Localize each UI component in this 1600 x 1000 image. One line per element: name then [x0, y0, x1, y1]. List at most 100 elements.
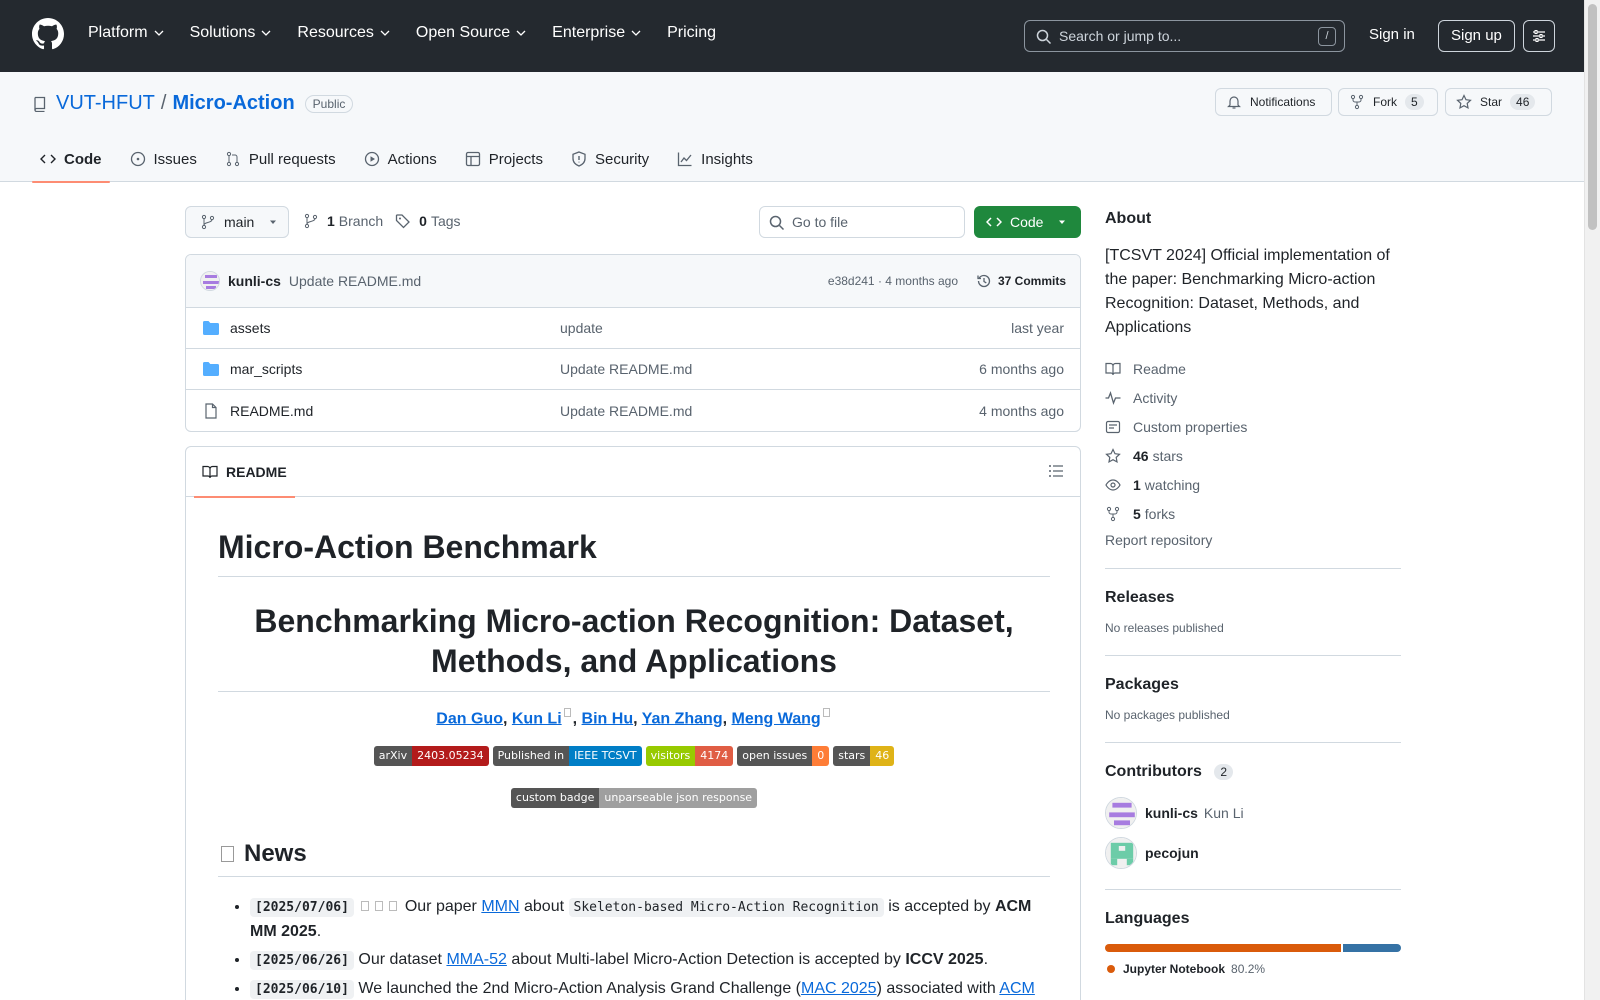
sign-in-link[interactable]: Sign in — [1369, 26, 1415, 43]
file-commit-time: last year — [1011, 320, 1064, 336]
fork-button[interactable]: Fork 5 — [1338, 88, 1438, 116]
commit-author-link[interactable]: kunli-cs — [228, 273, 281, 289]
latest-commit-bar: kunli-cs Update README.md e38d241 · 4 mo… — [186, 255, 1080, 308]
readme-link[interactable]: Readme — [1105, 354, 1401, 383]
chevron-down-icon — [261, 30, 271, 36]
author-link[interactable]: Kun Li — [512, 710, 562, 727]
commit-message-link[interactable]: Update README.md — [289, 273, 421, 289]
tab-insights[interactable]: Insights — [669, 136, 761, 182]
open-issues-badge[interactable]: open issues 0 — [737, 746, 830, 767]
tab-projects[interactable]: Projects — [457, 136, 551, 182]
readme-tab[interactable]: README — [194, 447, 295, 498]
nav-enterprise[interactable]: Enterprise — [552, 24, 641, 42]
global-header: Platform Solutions Resources Open Source… — [0, 0, 1584, 72]
nav-solutions[interactable]: Solutions — [190, 24, 272, 42]
code-dropdown-button[interactable]: Code — [974, 206, 1081, 238]
stars-link[interactable]: 46 stars — [1105, 441, 1401, 470]
global-menu-button[interactable] — [1523, 20, 1555, 52]
tab-pull-requests[interactable]: Pull requests — [217, 136, 344, 182]
file-commit-message[interactable]: update — [560, 320, 603, 336]
github-logo-icon[interactable] — [32, 18, 64, 50]
about-heading: About — [1105, 210, 1152, 227]
language-item[interactable]: Jupyter Notebook 80.2% — [1105, 962, 1401, 976]
notifications-button[interactable]: Notifications — [1215, 88, 1332, 116]
star-icon — [1456, 94, 1472, 110]
language-percent: 80.2% — [1231, 962, 1266, 976]
tab-actions[interactable]: Actions — [356, 136, 445, 182]
news-bold: ICCV 2025 — [905, 951, 984, 969]
identicon-avatar-icon — [201, 272, 219, 290]
file-row[interactable]: mar_scripts Update README.md 6 months ag… — [186, 349, 1080, 390]
file-commit-message[interactable]: Update README.md — [560, 403, 692, 419]
file-row[interactable]: README.md Update README.md 4 months ago — [186, 390, 1080, 431]
repo-name-link[interactable]: Micro-Action — [172, 92, 294, 115]
stars-badge[interactable]: stars 46 — [833, 746, 895, 767]
avatar[interactable] — [200, 271, 220, 291]
nav-pricing[interactable]: Pricing — [667, 24, 716, 42]
file-row[interactable]: assets update last year — [186, 308, 1080, 349]
file-name-link[interactable]: assets — [230, 320, 270, 336]
news-link[interactable]: MAC 2025 — [801, 980, 877, 997]
commit-hash-time[interactable]: e38d241 · 4 months ago — [828, 274, 958, 288]
author-link[interactable]: Dan Guo — [436, 710, 503, 727]
sign-up-button[interactable]: Sign up — [1438, 20, 1515, 52]
file-commit-message[interactable]: Update README.md — [560, 361, 692, 377]
author-separator: , — [722, 710, 728, 728]
commits-history-link[interactable]: 37 Commits — [976, 273, 1066, 289]
global-search-input[interactable]: Search or jump to... / — [1024, 20, 1345, 52]
tab-code[interactable]: Code — [32, 136, 110, 183]
badge-label: open issues — [737, 746, 813, 767]
about-links: Readme Activity Custom properties 46 sta… — [1105, 354, 1401, 528]
star-label: Star — [1480, 95, 1503, 109]
languages-heading: Languages — [1105, 910, 1190, 927]
paper-title: Benchmarking Micro-action Recognition: D… — [218, 577, 1050, 692]
book-icon — [202, 465, 218, 479]
go-to-file-input[interactable]: Go to file — [759, 206, 965, 238]
branch-count: 1 — [327, 213, 335, 229]
author-link[interactable]: Meng Wang — [732, 710, 821, 727]
file-name-link[interactable]: README.md — [230, 403, 313, 419]
branch-selector-button[interactable]: main — [185, 206, 289, 238]
nav-open-source[interactable]: Open Source — [416, 24, 526, 42]
stars-count: 46 — [1133, 447, 1149, 464]
visitors-badge[interactable]: visitors 4174 — [645, 746, 734, 767]
repo-owner-link[interactable]: VUT-HFUT — [56, 92, 155, 115]
custom-properties-link[interactable]: Custom properties — [1105, 412, 1401, 441]
table-of-contents-icon[interactable] — [1048, 463, 1064, 479]
tab-issues[interactable]: Issues — [122, 136, 205, 182]
about-link-label: watching — [1144, 476, 1201, 493]
report-repository-link[interactable]: Report repository — [1105, 532, 1401, 548]
search-icon — [769, 215, 785, 231]
star-button[interactable]: Star 46 — [1445, 88, 1552, 116]
news-link[interactable]: ACM — [999, 980, 1035, 997]
contributor-item[interactable]: pecojun — [1105, 837, 1401, 869]
contributors-heading[interactable]: Contributors 2 — [1105, 763, 1401, 781]
news-link[interactable]: MMA-52 — [446, 951, 506, 968]
arxiv-badge[interactable]: arXiv 2403.05234 — [373, 746, 489, 767]
tags-link[interactable]: 0 Tags — [395, 213, 461, 229]
author-link[interactable]: Yan Zhang — [642, 710, 723, 727]
published-badge[interactable]: Published in IEEE TCSVT — [492, 746, 642, 767]
forks-link[interactable]: 5 forks — [1105, 499, 1401, 528]
tab-security[interactable]: Security — [563, 136, 657, 182]
nav-platform[interactable]: Platform — [88, 24, 164, 42]
missing-glyph-icon — [563, 708, 571, 717]
activity-link[interactable]: Activity — [1105, 383, 1401, 412]
folder-icon — [203, 321, 219, 335]
news-date: [2025/07/06] — [250, 898, 354, 918]
news-text: . — [316, 923, 322, 941]
file-name-link[interactable]: mar_scripts — [230, 361, 302, 377]
releases-heading[interactable]: Releases — [1105, 589, 1401, 607]
custom-badge[interactable]: custom badge unparseable json response — [510, 788, 758, 809]
pulse-icon — [1105, 390, 1121, 405]
vertical-scrollbar[interactable] — [1584, 0, 1600, 1000]
news-link[interactable]: MMN — [481, 898, 519, 915]
nav-resources[interactable]: Resources — [297, 24, 390, 42]
scrollbar-thumb[interactable] — [1588, 4, 1597, 230]
avatar — [1105, 837, 1137, 869]
contributor-item[interactable]: kunli-cs Kun Li — [1105, 797, 1401, 829]
packages-heading[interactable]: Packages — [1105, 676, 1401, 694]
watchers-link[interactable]: 1 watching — [1105, 470, 1401, 499]
branches-link[interactable]: 1 Branch — [303, 213, 383, 229]
author-link[interactable]: Bin Hu — [582, 710, 634, 727]
